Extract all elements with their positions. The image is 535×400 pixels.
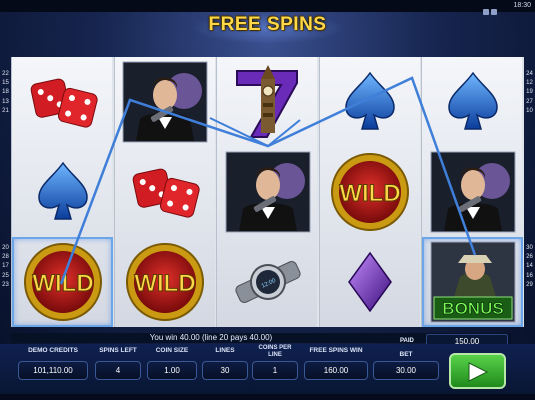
spin-button[interactable] <box>449 353 506 389</box>
agent-icon <box>225 151 311 233</box>
symbol-agent <box>115 57 216 147</box>
line-number[interactable]: 19 <box>524 88 535 97</box>
svg-text:WILD: WILD <box>134 270 195 297</box>
line-number[interactable]: 26 <box>524 253 535 262</box>
symbol-diamond <box>320 237 421 327</box>
line-number[interactable]: 23 <box>0 281 11 290</box>
spins-left: SPINS LEFT 4 <box>95 347 141 380</box>
line-numbers-left-bottom: 20 28 17 25 23 <box>0 244 11 290</box>
wild-icon: WILD <box>331 153 410 231</box>
symbol-wild: WILD <box>320 147 421 237</box>
bonus-icon: BONUS <box>430 241 516 323</box>
line-number[interactable]: 17 <box>0 262 11 271</box>
lines[interactable]: LINES 30 <box>202 347 248 380</box>
symbol-seven-big-ben <box>217 57 318 147</box>
line-number[interactable]: 18 <box>0 88 11 97</box>
symbol-spade <box>320 57 421 147</box>
line-number[interactable]: 27 <box>524 98 535 107</box>
spins-left-value: 4 <box>95 361 141 380</box>
bet-label: BET <box>399 351 413 358</box>
line-number[interactable]: 25 <box>0 272 11 281</box>
play-icon <box>468 362 489 382</box>
coins-per-line-value[interactable]: 1 <box>252 361 298 380</box>
win-message: You win 40.00 (line 20 pays 40.00) <box>149 333 273 342</box>
line-number[interactable]: 30 <box>524 244 535 253</box>
symbol-dice <box>115 147 216 237</box>
seven-big-ben-icon <box>235 65 298 138</box>
symbol-bonus: BONUS <box>422 237 524 327</box>
free-spins-win-value: 160.00 <box>304 361 368 380</box>
symbol-watch: 12:00 <box>217 237 318 327</box>
reel-grid: WILD WILD 12:00 WILD BONUS <box>11 57 524 327</box>
bottom-strip <box>0 394 535 400</box>
agent-icon <box>122 61 208 143</box>
bet: BET 30.00 <box>373 351 439 380</box>
wild-icon: WILD <box>126 243 205 321</box>
reel-3: 12:00 <box>216 57 318 327</box>
line-numbers-right: 24 12 19 27 10 <box>524 70 535 116</box>
coin-size-value[interactable]: 1.00 <box>147 361 197 380</box>
line-numbers-right-bottom: 30 26 14 16 29 <box>524 244 535 290</box>
line-number[interactable]: 20 <box>0 244 11 253</box>
line-number[interactable]: 16 <box>524 272 535 281</box>
coins-per-line-label: COINS PER LINE <box>258 345 292 358</box>
dice-icon <box>30 78 98 128</box>
symbol-agent <box>217 147 318 237</box>
watch-icon: 12:00 <box>235 261 301 303</box>
demo-credits-label: DEMO CREDITS <box>28 347 78 354</box>
spins-left-label: SPINS LEFT <box>99 347 137 354</box>
symbol-spade <box>12 147 113 237</box>
dice-icon <box>132 168 200 218</box>
coins-per-line[interactable]: COINS PER LINE 1 <box>252 345 298 380</box>
line-number[interactable]: 10 <box>524 107 535 116</box>
clock: 18:30 <box>513 2 531 9</box>
spade-icon <box>448 71 498 130</box>
agent-icon <box>430 151 516 233</box>
symbol-wild: WILD <box>12 237 113 327</box>
symbol-wild: WILD <box>115 237 216 327</box>
reel-2: WILD <box>113 57 216 327</box>
line-number[interactable]: 14 <box>524 262 535 271</box>
line-number[interactable]: 22 <box>0 70 11 79</box>
coin-size[interactable]: COIN SIZE 1.00 <box>147 347 197 380</box>
symbol-dice <box>12 57 113 147</box>
svg-text:WILD: WILD <box>340 180 401 207</box>
line-number[interactable]: 29 <box>524 281 535 290</box>
line-number[interactable]: 24 <box>524 70 535 79</box>
free-spins-win-label: FREE SPINS WIN <box>309 347 363 354</box>
line-number[interactable]: 28 <box>0 253 11 262</box>
free-spins-win: FREE SPINS WIN 160.00 <box>304 347 368 380</box>
spade-icon <box>345 71 396 130</box>
reel-1: WILD <box>11 57 113 327</box>
svg-text:BONUS: BONUS <box>442 299 503 318</box>
demo-credits-value: 101,110.00 <box>18 361 88 380</box>
top-status-bar: 18:30 <box>0 0 535 15</box>
demo-credits: DEMO CREDITS 101,110.00 <box>18 347 88 380</box>
svg-text:WILD: WILD <box>32 270 93 297</box>
spade-icon <box>37 161 88 220</box>
top-icons <box>483 2 507 15</box>
bet-value: 30.00 <box>373 361 439 380</box>
reel-4: WILD <box>318 57 421 327</box>
lines-value[interactable]: 30 <box>202 361 248 380</box>
symbol-agent <box>422 147 523 237</box>
coin-size-label: COIN SIZE <box>155 347 189 354</box>
wild-icon: WILD <box>23 243 102 321</box>
symbol-spade <box>422 57 523 147</box>
reel-5: BONUS <box>421 57 524 327</box>
line-numbers-left: 22 15 18 13 21 <box>0 70 11 116</box>
line-number[interactable]: 15 <box>0 79 11 88</box>
line-number[interactable]: 21 <box>0 107 11 116</box>
diamond-icon <box>348 251 393 313</box>
line-number[interactable]: 12 <box>524 79 535 88</box>
line-number[interactable]: 13 <box>0 98 11 107</box>
game-title: FREE SPINS <box>208 14 327 35</box>
lines-label: LINES <box>215 347 235 354</box>
